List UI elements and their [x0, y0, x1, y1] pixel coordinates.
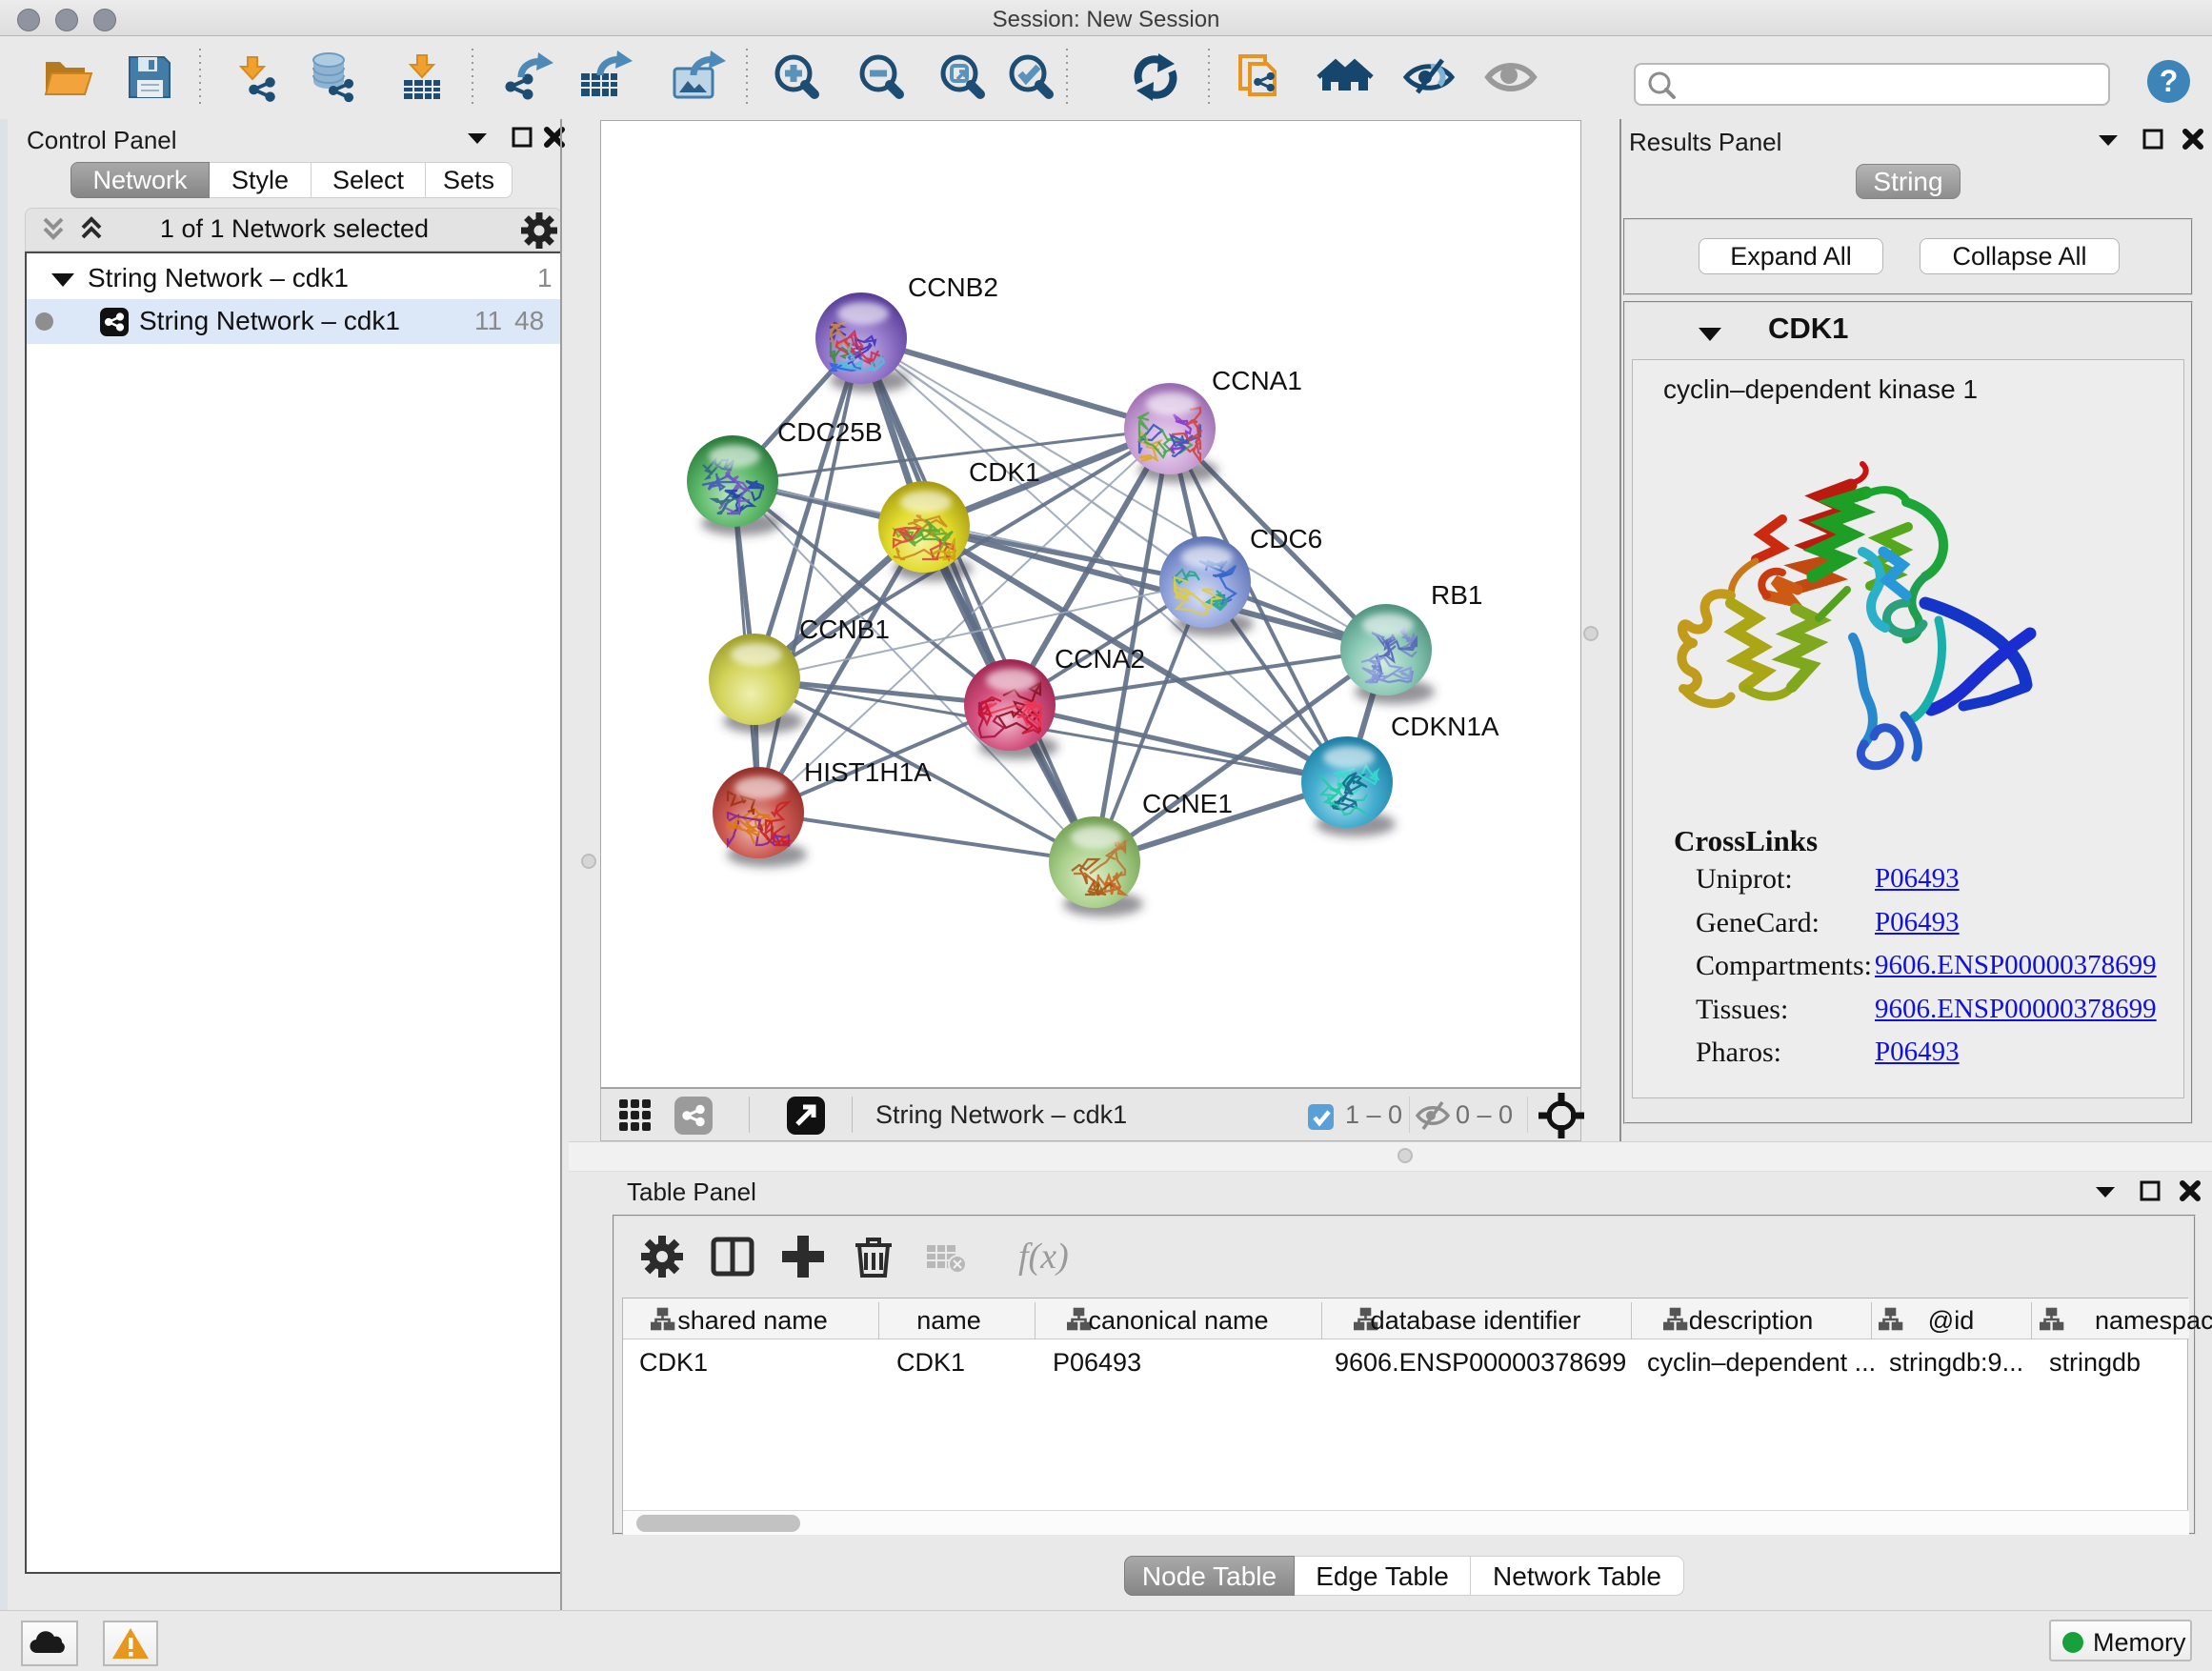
svg-text:CCNA1: CCNA1	[1212, 366, 1302, 395]
svg-text:HIST1H1A: HIST1H1A	[804, 757, 932, 787]
svg-text:RB1: RB1	[1431, 580, 1482, 610]
svg-text:f(x): f(x)	[1018, 1237, 1069, 1277]
svg-text:CCNA2: CCNA2	[1055, 644, 1145, 674]
svg-text:CDC25B: CDC25B	[777, 417, 882, 447]
svg-text:CCNB1: CCNB1	[799, 614, 890, 644]
svg-text:CDC6: CDC6	[1250, 524, 1322, 554]
svg-text:CCNE1: CCNE1	[1142, 789, 1233, 818]
svg-text:CCNB2: CCNB2	[908, 272, 998, 302]
svg-text:CDK1: CDK1	[969, 457, 1040, 487]
svg-text:CDKN1A: CDKN1A	[1391, 712, 1499, 741]
